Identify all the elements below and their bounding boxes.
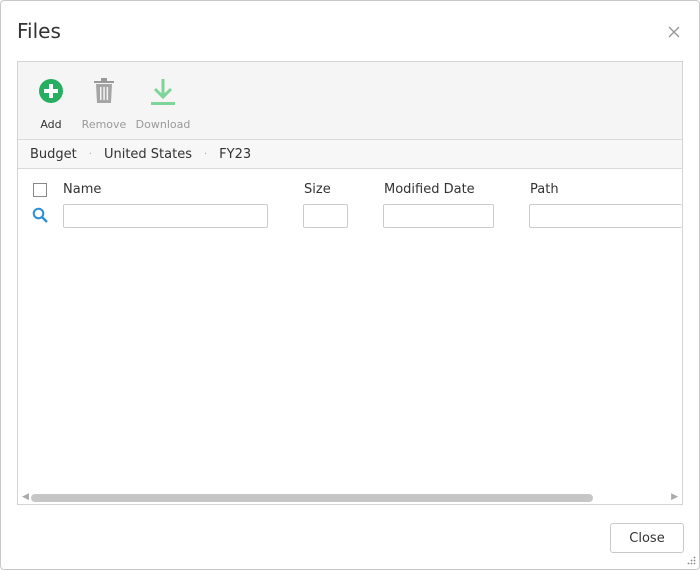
download-button[interactable]: Download [134, 78, 192, 131]
remove-label: Remove [81, 118, 127, 131]
modified-date-filter-input[interactable] [383, 204, 494, 228]
breadcrumb-item-budget[interactable]: Budget [30, 147, 77, 162]
trash-icon [94, 78, 114, 103]
breadcrumb-item-fy23[interactable]: FY23 [219, 147, 251, 162]
close-button[interactable]: Close [610, 523, 684, 553]
breadcrumb-item-united-states[interactable]: United States [104, 147, 192, 162]
size-filter-input[interactable] [303, 204, 348, 228]
resize-grip-icon[interactable] [686, 556, 696, 566]
horizontal-scrollbar[interactable]: ◀ ▶ [22, 491, 678, 503]
files-grid: Name Size Modified Date Path ◀ ▶ [18, 169, 682, 507]
files-panel: Add Remove Download Budget · United Stat… [17, 61, 683, 505]
column-header-modified-date[interactable]: Modified Date [384, 182, 475, 197]
breadcrumb: Budget · United States · FY23 [18, 140, 682, 169]
search-icon [32, 207, 48, 223]
path-filter-input[interactable] [529, 204, 682, 228]
breadcrumb-separator: · [203, 148, 208, 160]
remove-button[interactable]: Remove [80, 78, 128, 131]
add-label: Add [40, 118, 62, 131]
breadcrumb-separator: · [88, 148, 92, 160]
column-header-size[interactable]: Size [304, 182, 331, 197]
download-icon [151, 79, 175, 105]
files-dialog: Files Add Remove Download Budget · Unite… [0, 0, 700, 570]
select-all-checkbox[interactable] [33, 183, 47, 197]
scroll-left-icon[interactable]: ◀ [22, 492, 29, 502]
column-header-path[interactable]: Path [530, 182, 559, 197]
scrollbar-thumb[interactable] [31, 494, 593, 502]
plus-circle-icon [39, 79, 63, 103]
name-filter-input[interactable] [63, 204, 268, 228]
close-icon[interactable] [667, 25, 681, 39]
toolbar: Add Remove Download [18, 62, 682, 140]
download-label: Download [135, 118, 191, 131]
add-button[interactable]: Add [36, 78, 66, 131]
dialog-title: Files [17, 19, 61, 43]
column-header-name[interactable]: Name [63, 182, 101, 197]
scroll-right-icon[interactable]: ▶ [671, 492, 678, 502]
